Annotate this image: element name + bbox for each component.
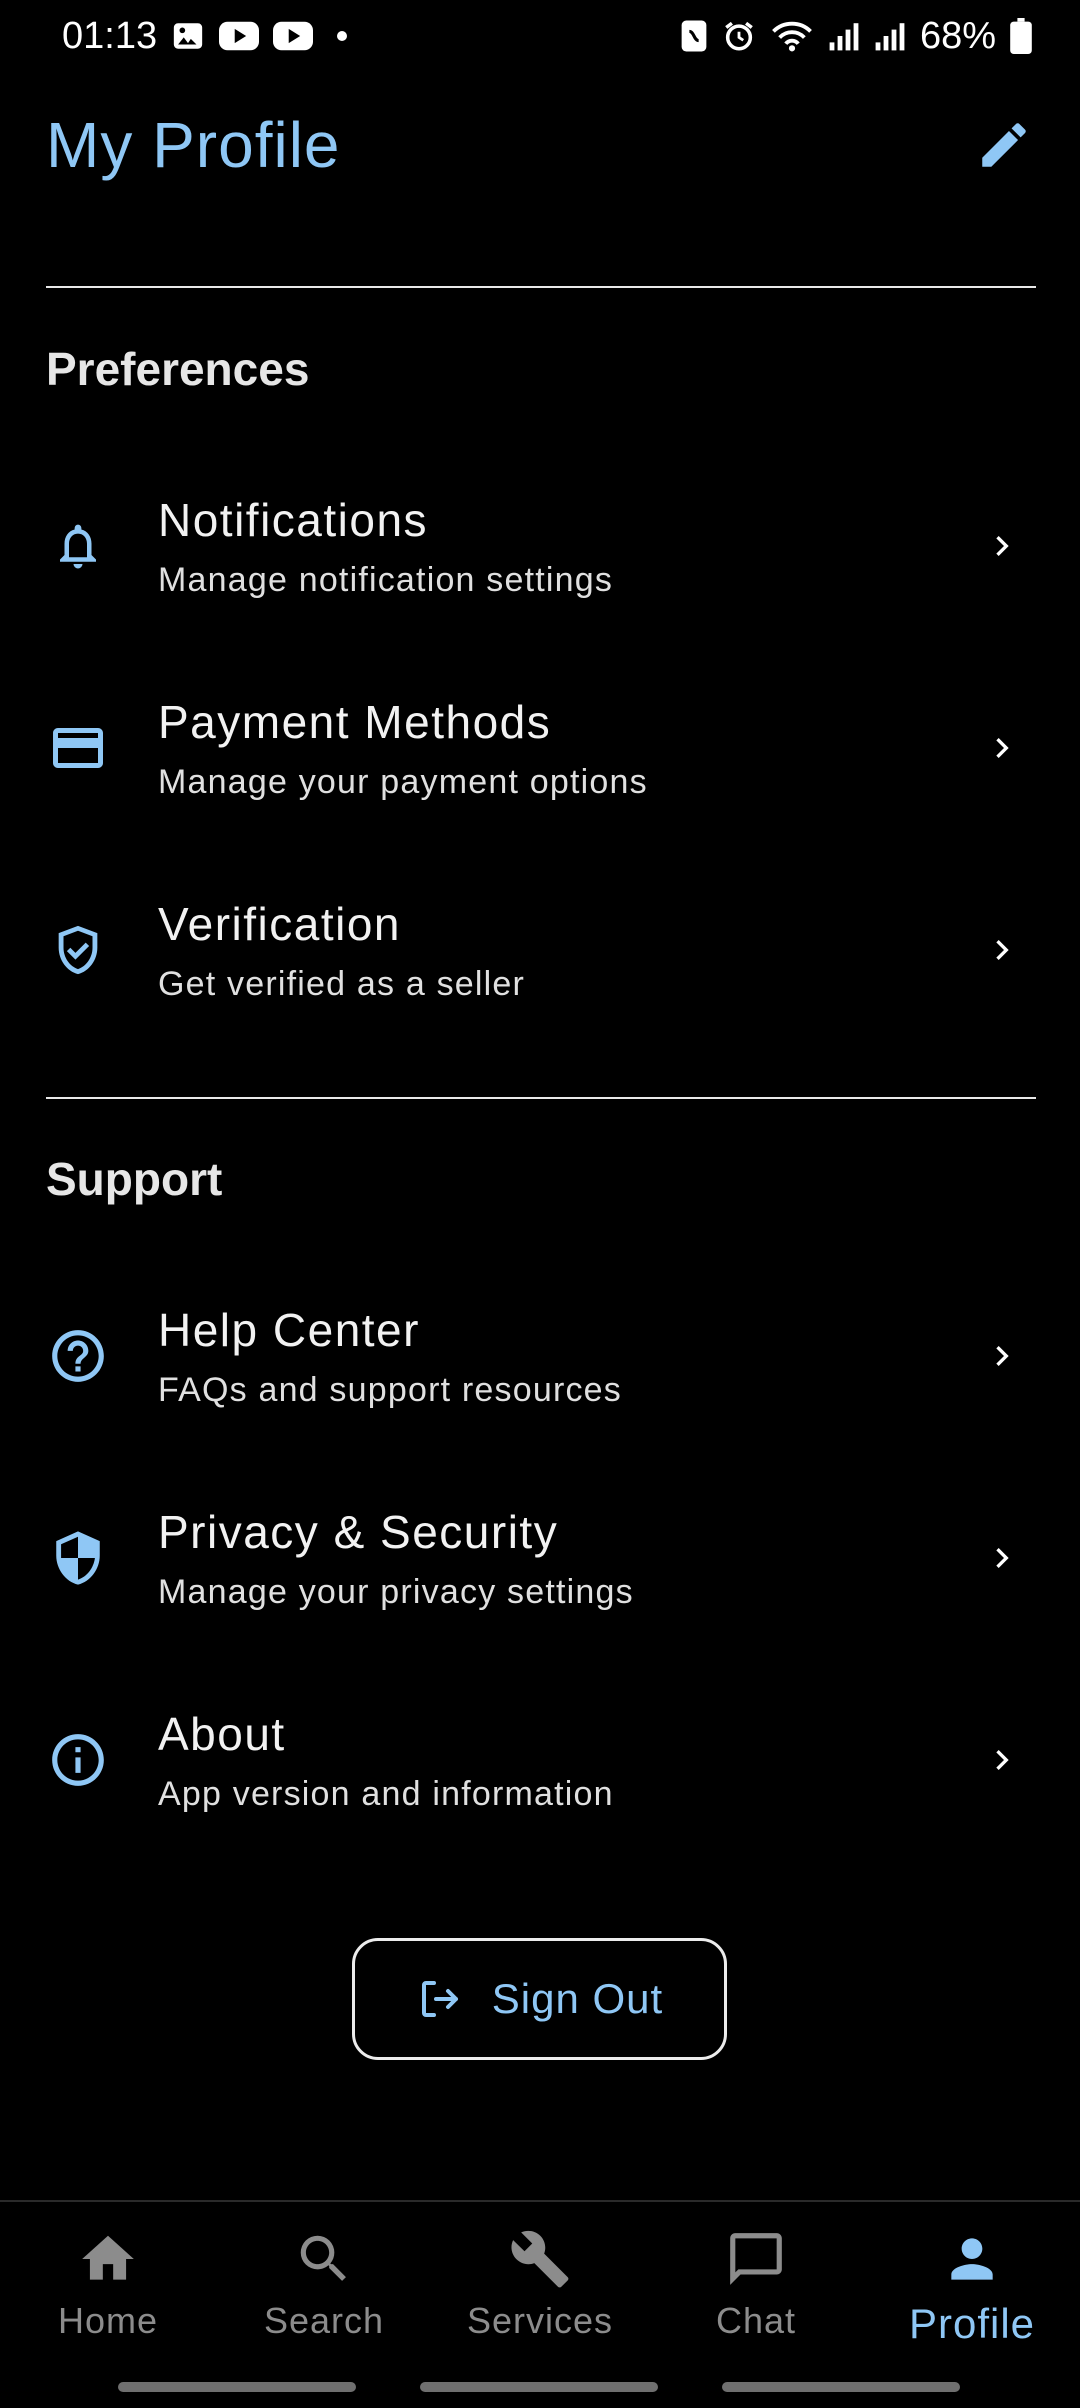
settings-item-verification[interactable]: Verification Get verified as a seller <box>0 850 1080 1050</box>
row-title: Help Center <box>158 1303 420 1356</box>
youtube-icon <box>219 21 260 51</box>
nav-label: Search <box>263 2300 385 2341</box>
row-title: Payment Methods <box>158 695 552 748</box>
nav-services[interactable]: Services <box>432 2202 648 2408</box>
chevron-right-icon <box>980 1334 1024 1378</box>
sign-out-button[interactable]: Sign Out <box>352 1938 727 2060</box>
shield-icon <box>46 1526 110 1590</box>
status-time: 01:13 <box>62 14 158 57</box>
search-icon <box>300 2235 346 2281</box>
row-subtitle: FAQs and support resources <box>158 1370 622 1409</box>
sign-out-label: Sign Out <box>491 1975 664 2022</box>
bottom-navigation: Home Search Services Chat Profile <box>0 2200 1080 2408</box>
bell-icon <box>46 514 110 578</box>
wrench-icon <box>511 2230 569 2288</box>
signal-icon <box>828 20 860 52</box>
notification-dot <box>337 31 348 41</box>
row-subtitle: Manage your payment options <box>158 762 648 801</box>
youtube-icon <box>273 21 314 51</box>
logout-icon <box>421 1981 458 2017</box>
row-subtitle: Manage your privacy settings <box>158 1572 634 1611</box>
nav-label: Chat <box>715 2300 797 2341</box>
status-left: 01:13 <box>62 14 348 58</box>
gallery-icon <box>171 19 205 53</box>
row-subtitle: App version and information <box>158 1774 614 1813</box>
gesture-bar <box>118 2382 356 2392</box>
row-title: Verification <box>158 897 402 950</box>
section-title-preferences: Preferences <box>46 343 310 395</box>
row-title: About <box>158 1707 286 1760</box>
nav-home[interactable]: Home <box>0 2202 216 2408</box>
divider <box>46 1097 1036 1099</box>
row-text: About App version and information <box>158 1707 614 1814</box>
row-subtitle: Manage notification settings <box>158 560 614 599</box>
header: My Profile <box>0 90 1080 200</box>
settings-item-notifications[interactable]: Notifications Manage notification settin… <box>0 446 1080 646</box>
chat-icon <box>730 2233 782 2285</box>
chevron-right-icon <box>980 928 1024 972</box>
profile-screen: 01:13 68% My Profile Preferences Notific… <box>0 0 1080 2408</box>
nfc-icon <box>680 19 708 53</box>
alarm-icon <box>722 19 756 53</box>
wifi-icon <box>770 19 814 53</box>
settings-item-help-center[interactable]: Help Center FAQs and support resources <box>0 1256 1080 1456</box>
nav-label: Profile <box>908 2300 1036 2347</box>
row-text: Payment Methods Manage your payment opti… <box>158 695 648 802</box>
row-text: Verification Get verified as a seller <box>158 897 525 1004</box>
battery-percent: 68% <box>919 14 996 57</box>
info-icon <box>46 1728 110 1792</box>
person-icon <box>951 2238 993 2280</box>
row-text: Help Center FAQs and support resources <box>158 1303 622 1410</box>
gesture-bar <box>722 2382 960 2392</box>
row-text: Notifications Manage notification settin… <box>158 493 613 600</box>
settings-item-about[interactable]: About App version and information <box>0 1660 1080 1860</box>
help-circle-icon <box>46 1324 110 1388</box>
page-title: My Profile <box>46 109 341 181</box>
chevron-right-icon <box>980 726 1024 770</box>
home-icon <box>82 2235 134 2280</box>
shield-check-icon <box>46 918 110 982</box>
signal-icon <box>874 20 906 52</box>
chevron-right-icon <box>980 524 1024 568</box>
row-title: Notifications <box>158 493 429 546</box>
row-subtitle: Get verified as a seller <box>158 964 526 1003</box>
nav-label: Home <box>57 2300 159 2341</box>
credit-card-icon <box>46 716 110 780</box>
nav-search[interactable]: Search <box>216 2202 432 2408</box>
nav-label: Services <box>466 2300 614 2341</box>
section-title-support: Support <box>46 1153 223 1205</box>
row-title: Privacy & Security <box>158 1505 559 1558</box>
row-text: Privacy & Security Manage your privacy s… <box>158 1505 634 1612</box>
gesture-bar <box>420 2382 658 2392</box>
nav-profile[interactable]: Profile <box>864 2202 1080 2408</box>
settings-item-payment-methods[interactable]: Payment Methods Manage your payment opti… <box>0 648 1080 848</box>
status-right: 68% <box>680 15 1032 58</box>
status-bar: 01:13 68% <box>0 0 1080 72</box>
edit-profile-button[interactable] <box>968 109 1040 181</box>
chevron-right-icon <box>980 1738 1024 1782</box>
pencil-icon <box>982 123 1026 167</box>
divider <box>46 286 1036 288</box>
battery-icon <box>1010 18 1032 54</box>
chevron-right-icon <box>980 1536 1024 1580</box>
settings-item-privacy-security[interactable]: Privacy & Security Manage your privacy s… <box>0 1458 1080 1658</box>
nav-chat[interactable]: Chat <box>648 2202 864 2408</box>
